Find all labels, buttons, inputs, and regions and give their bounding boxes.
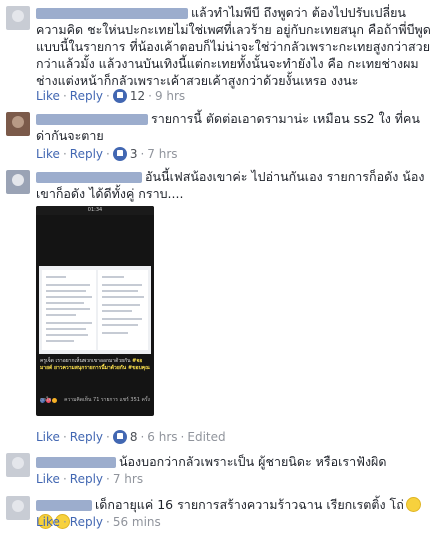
- post-panel-left: [42, 270, 96, 350]
- timestamp[interactable]: 7 hrs: [147, 147, 177, 161]
- comment-actions: Like · Reply · 56 mins: [36, 515, 161, 529]
- like-link[interactable]: Like: [36, 89, 60, 103]
- like-link[interactable]: Like: [36, 472, 60, 486]
- post-caption: ครูเจ็ด เราอยากเห็นพวกเขาออกมาด้วยกัน #จ…: [40, 358, 150, 372]
- commenter-avatar[interactable]: [6, 496, 30, 520]
- comment-text: น้องบอกว่ากลัวเพราะเป็น ผู้ชายนิดะ หรือเ…: [119, 454, 387, 469]
- comment-body: nameรายการนี้ ตัดต่อเอาดรามาน่ะ เหมือน s…: [36, 110, 432, 144]
- comment-actions: Like · Reply · 8 · 6 hrs · Edited: [36, 430, 226, 444]
- comment-text: เด็กอายุแค่ 16 รายการสร้างความร้าวฉาน เร…: [95, 497, 404, 512]
- commenter-name[interactable]: name: [36, 8, 188, 19]
- like-reaction-icon[interactable]: [112, 430, 127, 444]
- like-reaction-icon[interactable]: [112, 147, 127, 161]
- commenter-name[interactable]: name: [36, 500, 92, 511]
- facebook-post-preview: [39, 266, 151, 354]
- timestamp[interactable]: 9 hrs: [155, 89, 185, 103]
- like-reaction-icon[interactable]: [112, 89, 127, 103]
- phone-status-bar: 01:34: [36, 206, 154, 215]
- commenter-name[interactable]: name: [36, 457, 116, 468]
- timestamp[interactable]: 7 hrs: [113, 472, 143, 486]
- like-link[interactable]: Like: [36, 430, 60, 444]
- commenter-name[interactable]: name: [36, 172, 142, 183]
- reply-link[interactable]: Reply: [70, 430, 103, 444]
- post-panel-right: [98, 270, 148, 350]
- post-stats: ความคิดเห็น 71 รายการ แชร์ 351 ครั้ง: [64, 397, 150, 403]
- reply-link[interactable]: Reply: [70, 515, 103, 529]
- reply-link[interactable]: Reply: [70, 147, 103, 161]
- caption-text: ครูเจ็ด เราอยากเห็นพวกเขาออกมาด้วยกัน: [40, 358, 131, 364]
- reaction-count[interactable]: 8: [130, 430, 138, 444]
- reaction-count[interactable]: 12: [130, 89, 145, 103]
- comment-actions: Like · Reply · 7 hrs: [36, 472, 144, 486]
- commenter-avatar[interactable]: [6, 6, 30, 30]
- comment-body: nameน้องบอกว่ากลัวเพราะเป็น ผู้ชายนิดะ ห…: [36, 453, 432, 470]
- comment-actions: Like · Reply · 3 · 7 hrs: [36, 147, 178, 161]
- emoji-icon: [405, 497, 421, 512]
- reply-link[interactable]: Reply: [70, 89, 103, 103]
- commenter-avatar[interactable]: [6, 453, 30, 477]
- comment-actions: Like · Reply · 12 · 9 hrs: [36, 89, 186, 103]
- post-like-label: ถูกใจ: [40, 397, 52, 403]
- comment-body: nameแล้วทำไมพีบี ถึงพูดว่า ต้องไปปรับเปล…: [36, 4, 432, 89]
- like-link[interactable]: Like: [36, 147, 60, 161]
- attached-screenshot-image[interactable]: 01:34 ครูเจ็ด เราอยากเห็นพวกเขาออกมาด้วย…: [36, 206, 154, 416]
- edited-label[interactable]: Edited: [187, 430, 225, 444]
- timestamp[interactable]: 56 mins: [113, 515, 161, 529]
- timestamp[interactable]: 6 hrs: [147, 430, 177, 444]
- post-footer: ถูกใจ ความคิดเห็น 71 รายการ แชร์ 351 ครั…: [40, 396, 150, 404]
- reaction-count[interactable]: 3: [130, 147, 138, 161]
- commenter-avatar[interactable]: [6, 170, 30, 194]
- like-link[interactable]: Like: [36, 515, 60, 529]
- comment-body: nameอันนี้เฟสน้องเขาค่ะ ไปอ่านกันเอง ราย…: [36, 168, 432, 202]
- commenter-avatar[interactable]: [6, 112, 30, 136]
- commenter-name[interactable]: name: [36, 114, 148, 125]
- reply-link[interactable]: Reply: [70, 472, 103, 486]
